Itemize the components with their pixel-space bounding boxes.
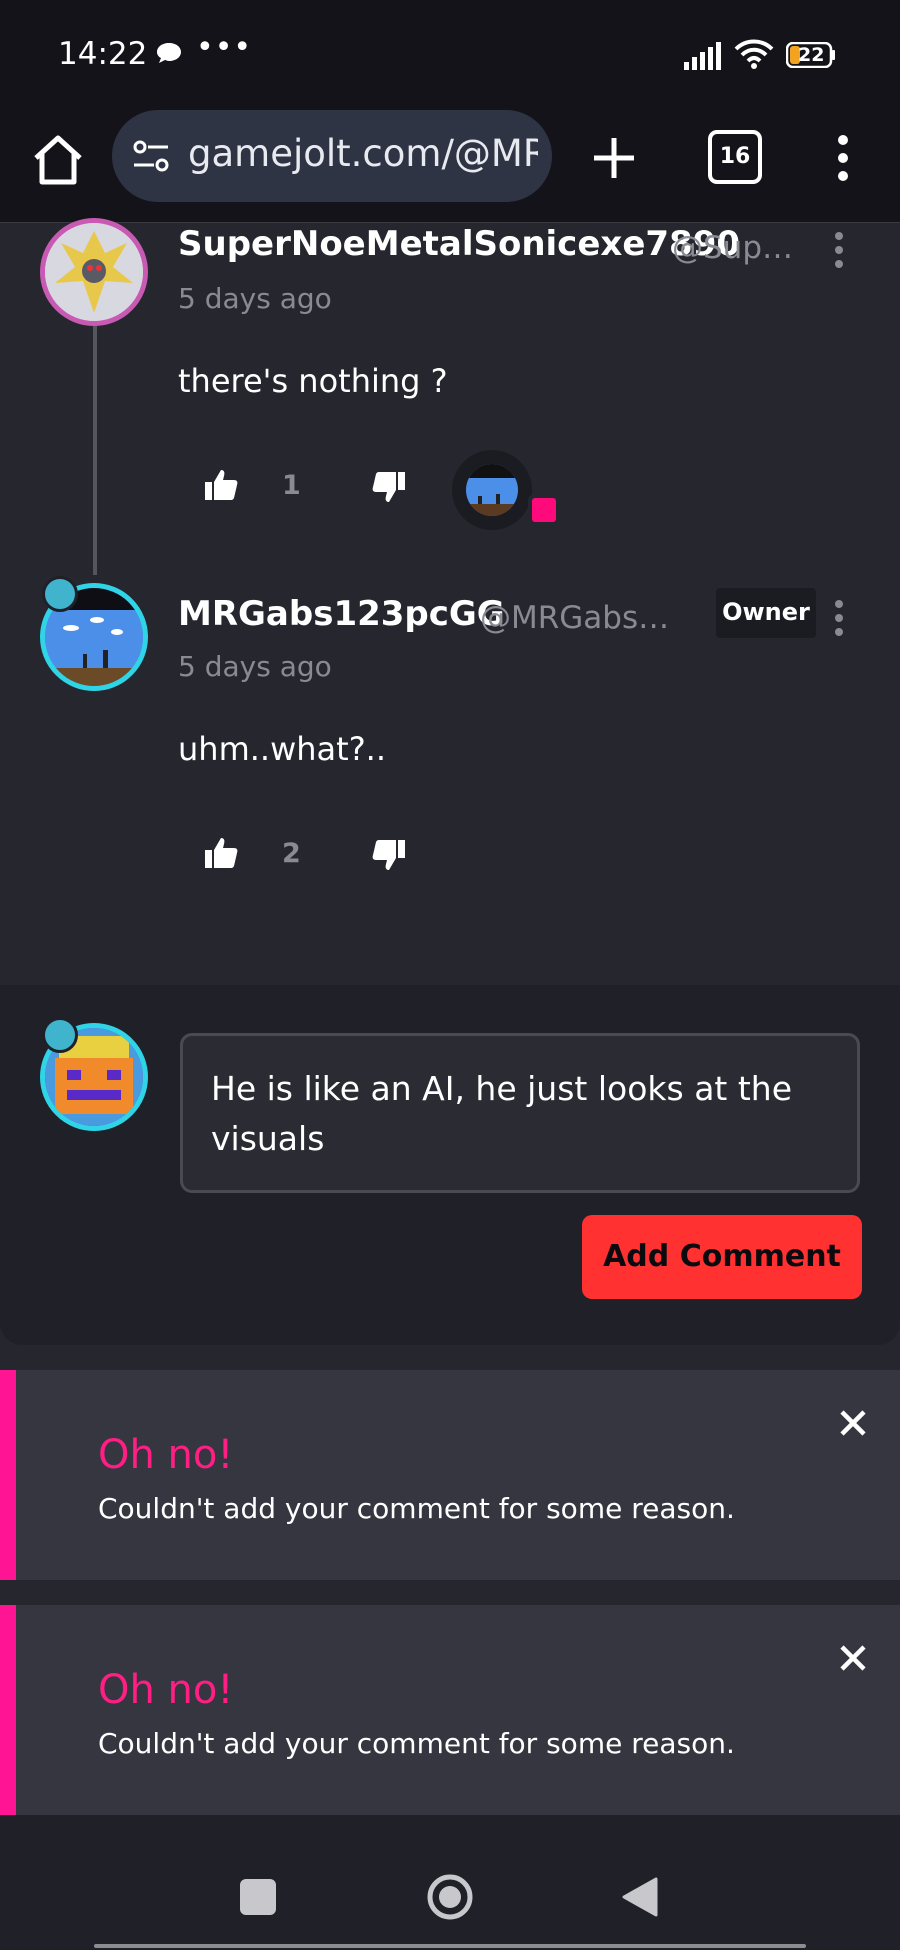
comment-options-icon[interactable] [831,230,847,270]
toast-message: Couldn't add your comment for some reaso… [98,1727,735,1760]
toast-accent-bar [0,1605,16,1815]
signal-icon [684,42,721,70]
comment-author-handle[interactable]: @MRGabs123pcGG [480,600,686,636]
back-button[interactable] [620,1875,660,1919]
error-toast[interactable]: Oh no! Couldn't add your comment for som… [0,1370,900,1580]
avatar-badge-icon [42,576,78,612]
system-nav-bar [0,1815,900,1950]
toast-message: Couldn't add your comment for some reaso… [98,1492,735,1525]
battery-level: 22 [798,44,825,66]
comment-timestamp[interactable]: 5 days ago [178,650,332,683]
comment-author-name[interactable]: SuperNoeMetalSonicexe7890 [178,224,740,264]
comment-text: uhm..what?.. [178,730,387,768]
like-icon[interactable] [204,836,238,870]
close-icon[interactable] [838,1643,868,1673]
reply-avatar-image [466,464,518,516]
comment-composer: He is like an AI, he just looks at the v… [0,985,900,1345]
tab-switcher-button[interactable]: 16 [708,130,762,184]
reply-author-avatar[interactable] [452,450,532,530]
home-icon[interactable] [30,132,86,188]
recents-button[interactable] [240,1879,276,1915]
notification-dots: ••• [196,30,253,65]
like-count: 1 [282,470,301,501]
add-comment-button[interactable]: Add Comment [582,1215,862,1299]
thread-line [93,320,97,575]
gesture-bar [94,1944,806,1948]
avatar-badge-icon [42,1017,78,1053]
status-time: 14:22 [58,36,148,72]
chat-bubble-icon [157,43,181,63]
url-text[interactable]: gamejolt.com/@MRGabs123pcGG [188,132,538,175]
toast-title: Oh no! [98,1432,234,1478]
comment-author-handle[interactable]: @SuperNoeMetalSonicexe7890 [672,230,800,266]
tab-count: 16 [719,144,751,169]
new-tab-icon[interactable] [588,132,640,184]
home-button[interactable] [426,1873,474,1921]
like-icon[interactable] [204,468,238,502]
comment-timestamp[interactable]: 5 days ago [178,282,332,315]
wifi-icon [734,39,774,69]
more-menu-icon[interactable] [828,128,858,188]
status-bar: 14:22 ••• 22 [0,0,900,110]
owner-badge: Owner [716,588,816,638]
comment-options-icon[interactable] [831,598,847,638]
dislike-icon[interactable] [372,838,406,872]
site-settings-icon[interactable] [132,138,170,174]
toast-title: Oh no! [98,1667,234,1713]
comment-input[interactable]: He is like an AI, he just looks at the v… [180,1033,860,1193]
close-icon[interactable] [838,1408,868,1438]
error-toast[interactable]: Oh no! Couldn't add your comment for som… [0,1605,900,1815]
comment-author-name[interactable]: MRGabs123pcGG [178,594,505,634]
avatar[interactable] [40,218,148,326]
reply-indicator [528,494,560,526]
url-bar[interactable]: gamejolt.com/@MRGabs123pcGG [112,110,552,202]
comment-text: there's nothing ? [178,362,448,400]
browser-toolbar: gamejolt.com/@MRGabs123pcGG 16 [0,110,900,223]
toast-accent-bar [0,1370,16,1580]
avatar-image [45,223,143,321]
like-count: 2 [282,838,301,869]
dislike-icon[interactable] [372,470,406,504]
